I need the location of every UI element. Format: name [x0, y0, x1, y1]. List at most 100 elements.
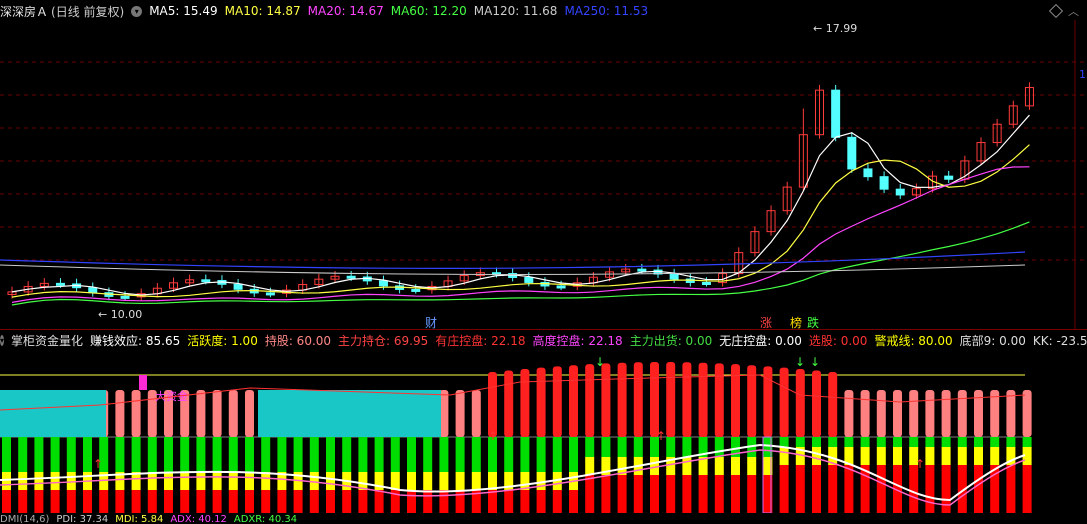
magenta-marker — [139, 375, 147, 390]
indicator-value-10: 底部9: 0.00 — [959, 333, 1026, 348]
green-bar — [925, 437, 935, 447]
signal-arrow-icon: ↓ — [595, 355, 605, 369]
fund-bar — [212, 390, 222, 437]
green-bar — [358, 437, 368, 472]
ma-value-4: MA120: 11.68 — [473, 4, 558, 18]
fund-bar — [795, 369, 805, 437]
green-bar — [245, 437, 254, 472]
yellow-bar — [66, 472, 76, 490]
period-label[interactable]: (日线 前复权) — [51, 3, 124, 20]
indicator-header: ▾ 掌柜资金量化 赚钱效应: 85.65 活跃度: 1.00 持股: 60.00 主力… — [0, 331, 1087, 349]
indicator-value-9: 警戒线: 80.00 — [874, 333, 953, 348]
indicator-name[interactable]: 掌柜资金量化 — [11, 332, 83, 349]
green-bar — [990, 437, 1000, 447]
green-bar — [2, 437, 11, 472]
red-bar — [488, 490, 497, 513]
candle-body — [233, 283, 243, 290]
yellow-bar — [585, 457, 595, 475]
fund-bar — [698, 362, 708, 437]
indicator-settings-icon[interactable]: ▾ — [0, 334, 5, 346]
candle-body — [863, 168, 873, 178]
red-bar — [99, 490, 109, 513]
red-bar — [520, 490, 530, 513]
yellow-bar — [893, 447, 902, 465]
fund-bar — [228, 390, 238, 437]
red-bar — [779, 465, 789, 513]
red-bar — [909, 465, 919, 513]
yellow-bar — [147, 472, 157, 490]
green-bar — [439, 437, 449, 472]
green-bar — [131, 437, 141, 472]
yellow-bar — [455, 472, 465, 490]
fund-bar — [196, 390, 206, 437]
indicator-value-5: 高度控盘: 22.18 — [532, 333, 623, 348]
cyan-block — [0, 390, 106, 437]
green-bar — [909, 437, 919, 447]
green-bar — [164, 437, 173, 472]
yellow-bar — [974, 447, 983, 465]
candlestick-chart[interactable]: ← 17.99 ← 10.00 财 涨 榜跌 1 — [0, 20, 1087, 330]
fund-bar — [844, 390, 854, 437]
green-bar — [520, 437, 530, 472]
green-bar — [83, 437, 92, 472]
red-bar — [196, 490, 206, 513]
event-marker: 涨 — [760, 315, 772, 330]
high-price-label: ← 17.99 — [813, 22, 857, 35]
red-bar — [844, 465, 854, 513]
green-bar — [504, 437, 514, 472]
yellow-bar — [196, 472, 206, 490]
ma-legend: MA5: 15.49 MA10: 14.87 MA20: 14.67 MA60: 12… — [149, 4, 655, 18]
green-bar — [552, 437, 562, 472]
yellow-bar — [245, 472, 254, 490]
stock-name[interactable]: 深深房Ａ — [0, 3, 48, 20]
yellow-bar — [34, 472, 44, 490]
fund-bar — [569, 365, 578, 437]
yellow-bar — [439, 472, 449, 490]
green-bar — [147, 437, 157, 472]
green-bar — [423, 437, 433, 472]
cyan-block — [258, 390, 441, 437]
low-price-label: ← 10.00 — [98, 308, 142, 321]
green-bar — [682, 437, 692, 457]
chevron-up-icon[interactable]: ︿ — [1068, 3, 1079, 19]
indicator-chart[interactable]: 大资金↓ ↓ ↓↑↑ ↑↑ — [0, 350, 1087, 513]
yellow-bar — [228, 472, 238, 490]
red-bar — [147, 490, 157, 513]
event-marker: 榜 — [790, 315, 802, 330]
candle-body — [88, 287, 98, 294]
green-bar — [374, 437, 384, 472]
green-bar — [261, 437, 271, 472]
green-bar — [941, 437, 951, 447]
red-bar — [795, 465, 805, 513]
red-bar — [714, 475, 724, 513]
red-bar — [536, 490, 546, 513]
fund-bar — [957, 390, 967, 437]
red-bar — [698, 475, 708, 513]
green-bar — [666, 437, 676, 457]
red-bar — [828, 465, 838, 513]
green-bar — [1022, 437, 1032, 447]
red-bar — [34, 490, 44, 513]
candle-body — [120, 295, 130, 299]
candle-body — [524, 276, 534, 283]
green-bar — [293, 437, 303, 472]
signal-arrow-icon: ↑ — [93, 457, 103, 471]
red-bar — [228, 490, 238, 513]
fund-bar — [714, 363, 724, 437]
settings-icon[interactable]: ▾ — [131, 5, 143, 17]
red-bar — [342, 490, 352, 513]
red-bar — [115, 490, 125, 513]
green-bar — [585, 437, 595, 457]
red-bar — [374, 490, 384, 513]
red-bar — [666, 475, 676, 513]
red-bar — [83, 490, 92, 513]
candle-body — [411, 288, 421, 292]
green-bar — [326, 437, 335, 472]
signal-arrow-icon: ↑ — [488, 429, 498, 443]
candle-body — [55, 282, 65, 286]
candle-body — [895, 188, 905, 196]
signal-arrow-icon: ↑ — [656, 429, 666, 443]
red-bar — [212, 490, 222, 513]
candle-body — [378, 280, 388, 287]
red-bar — [245, 490, 254, 513]
